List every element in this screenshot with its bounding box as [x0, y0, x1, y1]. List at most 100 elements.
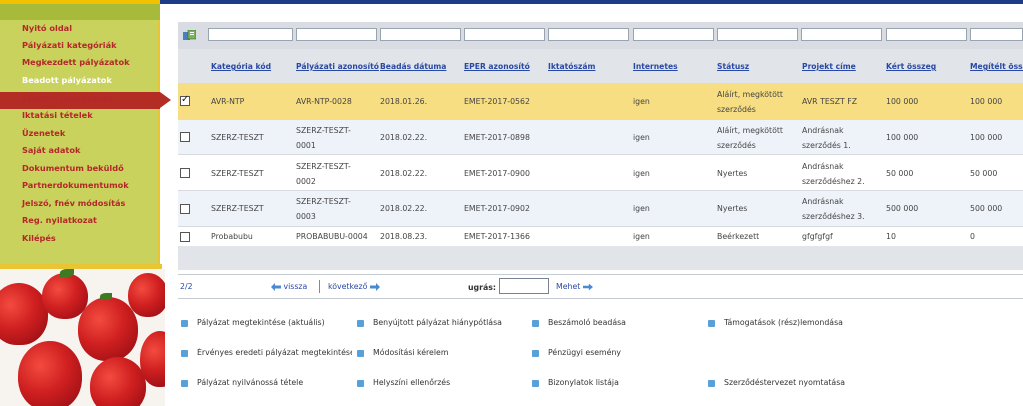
cell-statusz: Nyertes: [717, 169, 748, 178]
arrow-right-icon: [582, 283, 593, 291]
nav-item-home[interactable]: Nyitó oldal: [22, 20, 72, 36]
cell-eper: EMET-2017-0898: [464, 133, 530, 142]
go-button[interactable]: Mehet: [556, 282, 593, 291]
cell-projekt: Andrásnak szerződéshez 2.: [802, 162, 865, 186]
action-report[interactable]: Beszámoló beadása: [532, 318, 626, 327]
row-checkbox[interactable]: [180, 232, 190, 242]
nav-item-declaration[interactable]: Reg. nyilatkozat: [22, 212, 97, 228]
nav-item-logout[interactable]: Kilépés: [22, 230, 56, 246]
bullet-icon: [357, 379, 364, 387]
action-deficiency[interactable]: Benyújtott pályázat hiánypótlása: [357, 318, 502, 327]
action-waiver[interactable]: Támogatások (rész)lemondása: [708, 318, 843, 327]
cell-internetes: igen: [633, 133, 650, 142]
nav-item-own-data[interactable]: Saját adatok: [22, 142, 80, 158]
prev-link[interactable]: vissza: [271, 282, 307, 291]
bullet-icon: [357, 319, 364, 327]
nav-item-started[interactable]: Megkezdett pályázatok: [22, 54, 130, 70]
cell-datum: 2018.01.26.: [380, 97, 428, 106]
col-header-projekt[interactable]: Projekt címe: [802, 62, 856, 71]
table-row[interactable]: AVR-NTP AVR-NTP-0028 2018.01.26. EMET-20…: [178, 83, 1023, 119]
table-row[interactable]: SZERZ-TESZT SZERZ-TESZT- 0001 2018.02.22…: [178, 119, 1023, 154]
page-indicator: 2/2: [180, 282, 193, 291]
next-link[interactable]: következő: [328, 282, 380, 291]
cell-kategoria: SZERZ-TESZT: [211, 169, 264, 178]
nav-item-submitted[interactable]: Beadott pályázatok: [22, 72, 112, 88]
col-header-azonosito[interactable]: Pályázati azonosító: [296, 62, 379, 71]
filter-statusz-input[interactable]: [717, 28, 798, 41]
col-header-kategoria[interactable]: Kategória kód: [211, 62, 271, 71]
nav-item-categories[interactable]: Pályázati kategóriák: [22, 37, 117, 53]
filter-megitelt-input[interactable]: [970, 28, 1023, 41]
action-receipts[interactable]: Bizonylatok listája: [532, 378, 619, 387]
filter-projekt-input[interactable]: [801, 28, 882, 41]
row-checkbox[interactable]: [180, 132, 190, 142]
nav-item-messages[interactable]: Üzenetek: [22, 125, 65, 141]
col-header-datum[interactable]: Beadás dátuma: [380, 62, 446, 71]
col-header-internetes[interactable]: Internetes: [633, 62, 678, 71]
filter-kategoria-input[interactable]: [208, 28, 293, 41]
cell-projekt: Andrásnak szerződéshez 3.: [802, 197, 865, 221]
pager: 2/2 vissza következő ugrás: Mehet: [178, 274, 1023, 299]
cell-statusz: Aláírt, megkötött szerződés: [717, 126, 783, 150]
go-label: Mehet: [556, 282, 581, 291]
filter-azonosito-input[interactable]: [296, 28, 377, 41]
bullet-icon: [532, 379, 539, 387]
table-row[interactable]: SZERZ-TESZT SZERZ-TESZT- 0002 2018.02.22…: [178, 154, 1023, 190]
cell-projekt: gfgfgfgf: [802, 232, 833, 241]
cell-azonosito: SZERZ-TESZT- 0002: [296, 162, 351, 186]
table-row[interactable]: Probabubu PROBABUBU-0004 2018.08.23. EME…: [178, 226, 1023, 246]
row-checkbox[interactable]: [180, 204, 190, 214]
action-financial-event[interactable]: Pénzügyi esemény: [532, 348, 621, 357]
action-site-check[interactable]: Helyszíni ellenőrzés: [357, 378, 450, 387]
col-header-iktato[interactable]: Iktatószám: [548, 62, 595, 71]
cell-datum: 2018.02.22.: [380, 169, 428, 178]
cell-eper: EMET-2017-0900: [464, 169, 530, 178]
row-checkbox[interactable]: [180, 94, 190, 106]
filter-iktato-input[interactable]: [548, 28, 629, 41]
action-modification[interactable]: Módosítási kérelem: [357, 348, 448, 357]
nav-item-password[interactable]: Jelszó, fnév módosítás: [22, 195, 125, 211]
top-bar: [160, 0, 1023, 4]
jump-label: ugrás:: [468, 283, 496, 292]
nav-item-doc-upload[interactable]: Dokumentum beküldő: [22, 160, 124, 176]
nav-item-registry[interactable]: Iktatási tételek: [22, 107, 93, 123]
arrow-left-icon: [271, 283, 281, 291]
bullet-icon: [708, 379, 715, 387]
cell-kert: 100 000: [886, 97, 919, 106]
cell-kert: 100 000: [886, 133, 919, 142]
table-row[interactable]: SZERZ-TESZT SZERZ-TESZT- 0003 2018.02.22…: [178, 190, 1023, 226]
cell-internetes: igen: [633, 204, 650, 213]
filter-eper-input[interactable]: [464, 28, 545, 41]
bullet-icon: [357, 349, 364, 357]
cell-kert: 500 000: [886, 204, 919, 213]
nav-item-electoral[interactable]: Elektori jelentkezés: [22, 90, 113, 106]
filter-datum-input[interactable]: [380, 28, 461, 41]
cell-megitelt: 500 000: [970, 204, 1003, 213]
cell-kert: 50 000: [886, 169, 914, 178]
bullet-icon: [532, 349, 539, 357]
filter-kert-input[interactable]: [886, 28, 967, 41]
cell-megitelt: 100 000: [970, 133, 1003, 142]
col-header-eper[interactable]: EPER azonosító: [464, 62, 530, 71]
filter-refresh-icon[interactable]: [183, 29, 197, 42]
action-publish[interactable]: Pályázat nyilvánossá tétele: [181, 378, 303, 387]
cell-kategoria: AVR-NTP: [211, 97, 245, 106]
pager-separator: [319, 280, 320, 293]
col-header-megitelt[interactable]: Megítélt össz: [970, 62, 1023, 71]
cell-megitelt: 0: [970, 232, 975, 241]
col-header-kert[interactable]: Kért összeg: [886, 62, 936, 71]
prev-label: vissza: [283, 282, 308, 291]
row-checkbox[interactable]: [180, 168, 190, 178]
nav-item-partner-docs[interactable]: Partnerdokumentumok: [22, 177, 129, 193]
jump-input[interactable]: [499, 278, 549, 294]
cell-megitelt: 50 000: [970, 169, 998, 178]
cell-eper: EMET-2017-1366: [464, 232, 530, 241]
bullet-icon: [532, 319, 539, 327]
action-print-contract[interactable]: Szerződéstervezet nyomtatása: [708, 378, 845, 387]
action-view-original[interactable]: Érvényes eredeti pályázat megtekintése: [181, 348, 352, 357]
action-view-current[interactable]: Pályázat megtekintése (aktuális): [181, 318, 325, 327]
filter-internetes-input[interactable]: [633, 28, 714, 41]
cell-internetes: igen: [633, 169, 650, 178]
col-header-statusz[interactable]: Státusz: [717, 62, 749, 71]
cell-projekt: Andrásnak szerződés 1.: [802, 126, 851, 150]
